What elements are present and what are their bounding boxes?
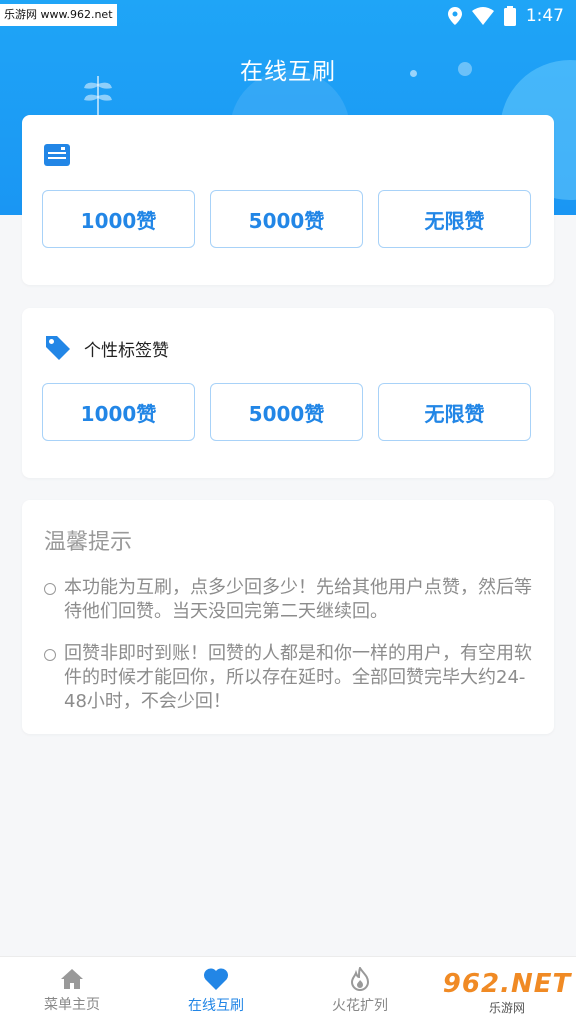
bullet-icon — [44, 583, 56, 595]
tag-icon — [46, 336, 70, 360]
card-icon — [44, 144, 70, 166]
package-buttons: 1000赞 5000赞 无限赞 — [42, 383, 531, 441]
tag-5000-button[interactable]: 5000赞 — [210, 383, 363, 441]
battery-icon — [503, 6, 516, 26]
tab-spark-expand[interactable]: 火花扩列 — [288, 957, 432, 1024]
tip-text: 回赞非即时到账！回赞的人都是和你一样的用户，有空用软件的时候才能回你，所以存在延… — [64, 643, 532, 712]
package-1000-button[interactable]: 1000赞 — [42, 190, 195, 248]
like-package-card: 1000赞 5000赞 无限赞 — [22, 115, 554, 285]
location-icon — [447, 7, 462, 25]
tab-online-mutual[interactable]: 在线互刷 — [144, 957, 288, 1024]
tips-title: 温馨提示 — [44, 530, 133, 555]
tab-label: 在线互刷 — [188, 997, 244, 1014]
tag-unlimited-button[interactable]: 无限赞 — [378, 383, 531, 441]
flame-icon — [350, 966, 370, 991]
page-title: 在线互刷 — [240, 59, 336, 85]
wifi-icon — [471, 7, 494, 25]
card-header: 个性标签赞 — [44, 330, 169, 366]
tab-label: 火花扩列 — [332, 997, 388, 1014]
tag-like-card: 个性标签赞 1000赞 5000赞 无限赞 — [22, 308, 554, 478]
home-icon — [61, 968, 83, 989]
status-time: 1:47 — [525, 6, 564, 26]
status-bar: 1:47 — [447, 4, 564, 28]
watermark-text: 乐游网 www.962.net — [0, 4, 117, 26]
watermark-small: 乐游网 — [484, 998, 529, 1016]
watermark-logo: 962.NET 乐游网 — [442, 966, 572, 1018]
tips-card: 温馨提示 本功能为互刷，点多少回多少！先给其他用户点赞，然后等待他们回赞。当天没… — [22, 500, 554, 734]
tag-1000-button[interactable]: 1000赞 — [42, 383, 195, 441]
package-unlimited-button[interactable]: 无限赞 — [378, 190, 531, 248]
package-buttons: 1000赞 5000赞 无限赞 — [42, 190, 531, 248]
card-label: 个性标签赞 — [84, 340, 169, 361]
watermark-big: 962.NET — [442, 968, 572, 999]
card-header — [44, 137, 82, 173]
tip-item: 回赞非即时到账！回赞的人都是和你一样的用户，有空用软件的时候才能回你，所以存在延… — [44, 642, 542, 714]
tip-item: 本功能为互刷，点多少回多少！先给其他用户点赞，然后等待他们回赞。当天没回完第二天… — [44, 576, 542, 624]
bullet-icon — [44, 649, 56, 661]
heart-icon — [203, 967, 229, 990]
tab-label: 菜单主页 — [44, 996, 100, 1013]
tip-text: 本功能为互刷，点多少回多少！先给其他用户点赞，然后等待他们回赞。当天没回完第二天… — [64, 577, 532, 622]
tab-menu-home[interactable]: 菜单主页 — [0, 957, 144, 1024]
package-5000-button[interactable]: 5000赞 — [210, 190, 363, 248]
